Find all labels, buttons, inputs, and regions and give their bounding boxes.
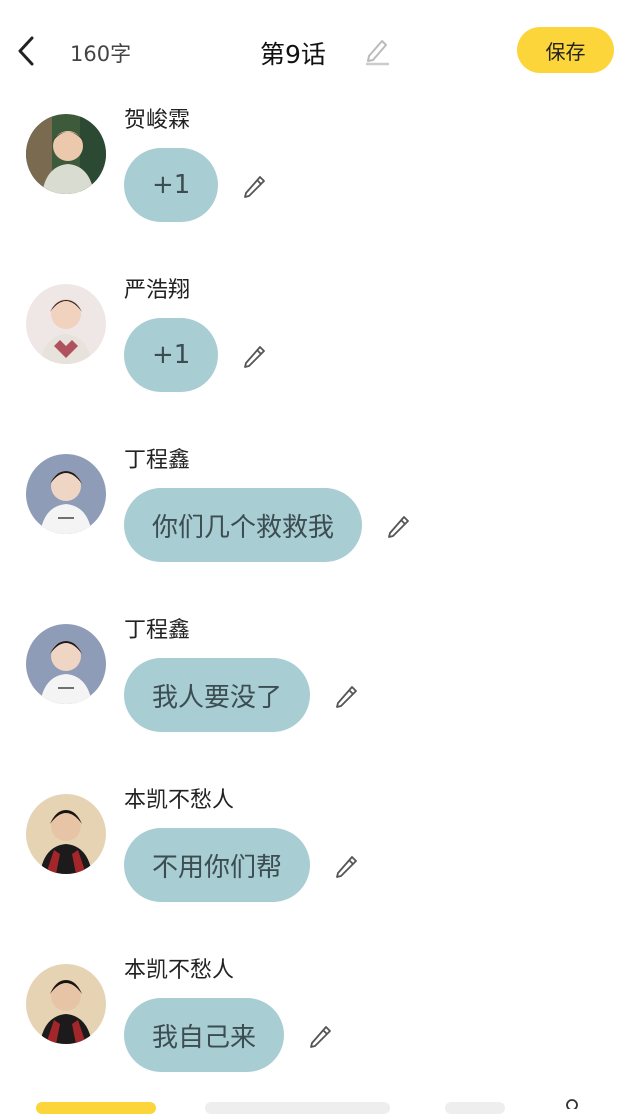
back-button[interactable] xyxy=(12,34,40,68)
message-row: 我人要没了 xyxy=(124,658,360,732)
message-bubble[interactable]: 我人要没了 xyxy=(124,658,311,732)
edit-title-button[interactable] xyxy=(362,34,392,68)
pencil-icon xyxy=(310,1026,331,1048)
avatar-icon xyxy=(26,624,106,704)
bottom-toolbar-input[interactable] xyxy=(205,1102,390,1114)
edit-message-button[interactable] xyxy=(240,341,268,369)
sender-name: 本凯不愁人 xyxy=(124,788,235,813)
avatar[interactable] xyxy=(26,454,106,534)
bottom-toolbar-button[interactable] xyxy=(36,1102,156,1114)
pencil-icon xyxy=(366,40,389,66)
chat-message: 贺峻霖 +1 xyxy=(0,100,640,270)
word-count: 160字 xyxy=(70,42,132,66)
message-row: 你们几个救救我 xyxy=(124,488,412,562)
sender-name: 严浩翔 xyxy=(124,278,191,303)
chevron-left-icon xyxy=(18,36,34,66)
chapter-title: 第9话 xyxy=(260,40,326,69)
pencil-icon xyxy=(336,686,357,708)
pencil-icon xyxy=(336,856,357,878)
message-row: +1 xyxy=(124,318,268,392)
avatar[interactable] xyxy=(26,624,106,704)
edit-message-button[interactable] xyxy=(240,171,268,199)
chat-message: 丁程鑫 你们几个救救我 xyxy=(0,440,640,610)
chat-message: 丁程鑫 我人要没了 xyxy=(0,610,640,780)
pencil-icon xyxy=(244,176,266,198)
message-bubble[interactable]: +1 xyxy=(124,318,219,392)
edit-message-button[interactable] xyxy=(306,1021,334,1049)
message-row: +1 xyxy=(124,148,268,222)
message-bubble[interactable]: 我自己来 xyxy=(124,998,285,1072)
message-row: 我自己来 xyxy=(124,998,334,1072)
avatar[interactable] xyxy=(26,284,106,364)
message-bubble[interactable]: 你们几个救救我 xyxy=(124,488,363,562)
edit-message-button[interactable] xyxy=(332,681,360,709)
avatar-icon xyxy=(26,454,106,534)
sender-name: 贺峻霖 xyxy=(124,108,191,133)
avatar-icon xyxy=(26,964,106,1044)
sender-name: 丁程鑫 xyxy=(124,448,191,473)
avatar[interactable] xyxy=(26,964,106,1044)
sender-name: 本凯不愁人 xyxy=(124,958,235,983)
bottom-toolbar-button[interactable] xyxy=(445,1102,505,1114)
person-icon[interactable] xyxy=(562,1094,582,1111)
avatar-icon xyxy=(26,284,106,364)
edit-message-button[interactable] xyxy=(384,511,412,539)
save-button[interactable]: 保存 xyxy=(517,27,614,73)
edit-message-button[interactable] xyxy=(332,851,360,879)
pencil-icon xyxy=(244,346,266,368)
message-bubble[interactable]: +1 xyxy=(124,148,219,222)
chat-message: 本凯不愁人 不用你们帮 xyxy=(0,780,640,950)
bottom-toolbar xyxy=(0,1094,640,1114)
chat-message: 严浩翔 +1 xyxy=(0,270,640,440)
avatar[interactable] xyxy=(26,794,106,874)
top-bar: 160字 第9话 保存 xyxy=(0,0,640,100)
message-row: 不用你们帮 xyxy=(124,828,360,902)
pencil-icon xyxy=(388,516,409,538)
avatar[interactable] xyxy=(26,114,106,194)
message-bubble[interactable]: 不用你们帮 xyxy=(124,828,311,902)
chat-message-list: 贺峻霖 +1 严浩翔 +1 丁程鑫 你们几个救救我 丁程鑫 我人要没了 本凯不愁… xyxy=(0,100,640,1120)
avatar-icon xyxy=(26,794,106,874)
avatar-icon xyxy=(26,114,106,194)
sender-name: 丁程鑫 xyxy=(124,618,191,643)
